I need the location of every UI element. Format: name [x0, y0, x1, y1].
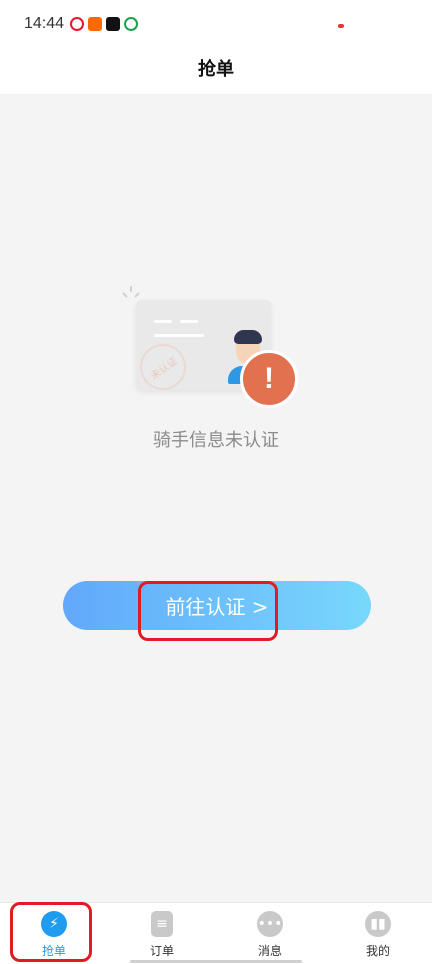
tab-label: 消息: [257, 944, 282, 958]
sparkle-icon: [122, 286, 140, 300]
card-line: [154, 320, 172, 323]
unverified-stamp: 未认证: [130, 334, 196, 400]
profile-icon: ▮▮: [365, 911, 391, 937]
tab-label: 我的: [365, 944, 390, 958]
tiktok-icon: [106, 17, 120, 31]
avatar-hair: [234, 330, 262, 344]
app-icon: [124, 17, 138, 31]
status-time: 14:44: [24, 15, 65, 32]
status-bar: 14:44: [0, 0, 432, 50]
verification-status-text: 骑手信息未认证: [153, 430, 279, 451]
tab-label: 订单: [149, 944, 174, 958]
highlight-annotation: [10, 902, 92, 962]
tab-messages[interactable]: ••• 消息: [216, 903, 324, 964]
document-icon: ≡: [151, 911, 173, 937]
tab-orders[interactable]: ≡ 订单: [108, 903, 216, 964]
home-indicator: [130, 960, 302, 963]
card-line: [180, 320, 198, 323]
warning-icon: !: [240, 350, 298, 408]
tab-profile[interactable]: ▮▮ 我的: [324, 903, 432, 964]
card-line: [154, 334, 204, 337]
recording-indicator-icon: [338, 24, 344, 28]
page-title: 抢单: [198, 59, 234, 80]
chat-bubble-icon: •••: [257, 911, 283, 937]
app-icon: [88, 17, 102, 31]
weibo-icon: [70, 17, 84, 31]
main-content: 未认证 ! 骑手信息未认证 前往认证 >: [0, 94, 432, 902]
status-app-icons: [70, 17, 138, 31]
title-bar: 抢单: [0, 50, 432, 94]
id-card-illustration: 未认证 !: [122, 284, 302, 414]
highlight-annotation: [138, 581, 278, 641]
